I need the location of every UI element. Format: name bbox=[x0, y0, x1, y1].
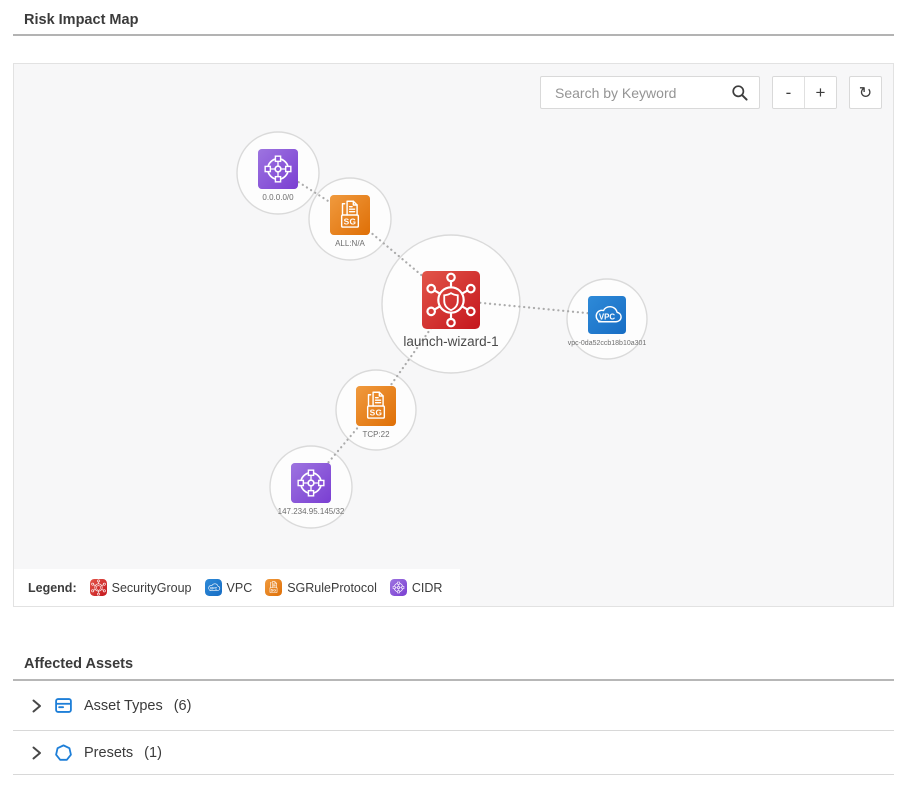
header-divider bbox=[13, 34, 894, 36]
security-group-node-icon[interactable] bbox=[422, 271, 480, 329]
asset-types-icon bbox=[54, 696, 73, 715]
map-toolbar: - + ↻ bbox=[540, 76, 882, 109]
legend-item-label: SGRuleProtocol bbox=[287, 581, 377, 595]
asset-row-label: Presets bbox=[84, 745, 133, 761]
search-box bbox=[540, 76, 760, 109]
affected-assets-section: Affected Assets Asset Types (6) Presets … bbox=[13, 656, 894, 775]
asset-row-count: (6) bbox=[174, 698, 192, 714]
legend-item-label: CIDR bbox=[412, 581, 443, 595]
legend-item-vpc: VPC bbox=[205, 579, 253, 596]
legend-label: Legend: bbox=[28, 581, 77, 595]
cidr-node-icon[interactable] bbox=[291, 463, 331, 503]
node-label: launch-wizard-1 bbox=[403, 334, 498, 349]
sg-rule-protocol-icon bbox=[265, 579, 282, 596]
zoom-controls: - + bbox=[772, 76, 837, 109]
sg-rule-node-icon[interactable] bbox=[356, 386, 396, 426]
search-icon[interactable] bbox=[731, 84, 749, 102]
cidr-node-icon[interactable] bbox=[258, 149, 298, 189]
sg-rule-node-icon[interactable] bbox=[330, 195, 370, 235]
legend-item-sgruleprotocol: SGRuleProtocol bbox=[265, 579, 377, 596]
page-header: Risk Impact Map bbox=[0, 12, 907, 36]
node-label: 0.0.0.0/0 bbox=[262, 193, 294, 202]
vpc-node-icon[interactable] bbox=[588, 296, 626, 334]
asset-row-label: Asset Types bbox=[84, 698, 163, 714]
asset-row-asset-types[interactable]: Asset Types (6) bbox=[13, 681, 894, 731]
node-label: vpc-0da52ccb18b10a301 bbox=[568, 340, 647, 347]
risk-impact-map-panel: SG VPC bbox=[13, 63, 894, 607]
node-label: 147.234.95.145/32 bbox=[278, 507, 345, 516]
graph-canvas: SG VPC bbox=[14, 64, 893, 606]
chevron-right-icon[interactable] bbox=[29, 698, 43, 714]
legend-item-securitygroup: SecurityGroup bbox=[90, 579, 192, 596]
vpc-icon bbox=[205, 579, 222, 596]
zoom-out-button[interactable]: - bbox=[773, 77, 804, 108]
refresh-button[interactable]: ↻ bbox=[849, 76, 882, 109]
asset-row-count: (1) bbox=[144, 745, 162, 761]
legend-item-label: SecurityGroup bbox=[112, 581, 192, 595]
page-title: Risk Impact Map bbox=[24, 12, 907, 28]
legend-item-label: VPC bbox=[227, 581, 253, 595]
legend-item-cidr: CIDR bbox=[390, 579, 443, 596]
security-group-icon bbox=[90, 579, 107, 596]
presets-icon bbox=[54, 743, 73, 762]
map-legend: Legend: SecurityGroup VPC SGRuleProtocol… bbox=[14, 569, 460, 606]
asset-row-presets[interactable]: Presets (1) bbox=[13, 731, 894, 775]
node-label: ALL:N/A bbox=[335, 239, 365, 248]
cidr-icon bbox=[390, 579, 407, 596]
refresh-icon: ↻ bbox=[859, 83, 872, 102]
node-label: TCP:22 bbox=[362, 430, 390, 439]
chevron-right-icon[interactable] bbox=[29, 745, 43, 761]
zoom-in-button[interactable]: + bbox=[805, 77, 836, 108]
search-input[interactable] bbox=[553, 84, 731, 102]
affected-assets-title: Affected Assets bbox=[24, 656, 894, 672]
